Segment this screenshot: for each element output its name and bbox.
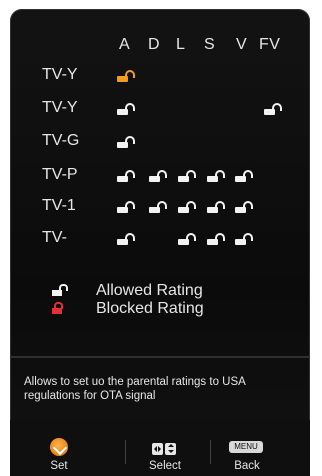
ok-button-icon[interactable] xyxy=(50,438,68,456)
rating-lock-tv-ma-a[interactable] xyxy=(117,233,135,245)
select-label: Select xyxy=(149,460,181,472)
rating-lock-tv-14-s[interactable] xyxy=(207,201,225,213)
set-label: Set xyxy=(50,460,68,472)
legend-allowed-label: Allowed Rating xyxy=(96,282,203,299)
rating-lock-tv-y7-fv[interactable] xyxy=(264,103,282,115)
legend-blocked-label: Blocked Rating xyxy=(96,300,204,317)
rating-lock-tv-14-l[interactable] xyxy=(178,201,196,213)
column-header-a: A xyxy=(119,36,131,53)
separator xyxy=(125,440,126,464)
divider xyxy=(10,356,310,358)
row-label-tv-pg: TV-P xyxy=(42,166,78,183)
column-header-v: V xyxy=(236,36,248,53)
column-header-s: S xyxy=(204,36,216,53)
separator xyxy=(210,440,211,464)
rating-lock-tv-ma-l[interactable] xyxy=(178,233,196,245)
rating-lock-tv-ma-v[interactable] xyxy=(235,233,253,245)
rating-lock-tv-pg-s[interactable] xyxy=(207,170,225,182)
menu-button-icon[interactable]: MENU xyxy=(229,441,263,453)
rating-lock-tv-14-a[interactable] xyxy=(117,201,135,213)
rating-lock-tv-pg-v[interactable] xyxy=(235,170,253,182)
rating-lock-tv-pg-a[interactable] xyxy=(117,170,135,182)
rating-lock-tv-14-v[interactable] xyxy=(235,201,253,213)
help-text: Allows to set uo the parental ratings to… xyxy=(24,376,246,402)
column-header-l: L xyxy=(176,36,186,53)
row-label-tv-14: TV-1 xyxy=(42,197,76,214)
rating-lock-tv-g-a[interactable] xyxy=(117,136,135,148)
column-header-fv: FV xyxy=(259,36,281,53)
rating-lock-tv-ma-s[interactable] xyxy=(207,233,225,245)
rating-lock-tv-pg-d[interactable] xyxy=(149,170,167,182)
lock-icon xyxy=(52,302,66,316)
rating-lock-tv-y-a[interactable] xyxy=(117,70,135,82)
back-label: Back xyxy=(234,460,260,472)
row-label-tv-y7: TV-Y xyxy=(42,99,78,116)
arrow-keys-icon[interactable] xyxy=(152,442,178,455)
rating-lock-tv-14-d[interactable] xyxy=(149,201,167,213)
rating-lock-tv-y7-a[interactable] xyxy=(117,103,135,115)
row-label-tv-y: TV-Y xyxy=(42,66,78,83)
row-label-tv-ma: TV- xyxy=(42,229,67,246)
rating-lock-tv-pg-l[interactable] xyxy=(178,170,196,182)
unlock-icon xyxy=(52,284,68,298)
column-header-d: D xyxy=(148,36,161,53)
row-label-tv-g: TV-G xyxy=(42,132,80,149)
